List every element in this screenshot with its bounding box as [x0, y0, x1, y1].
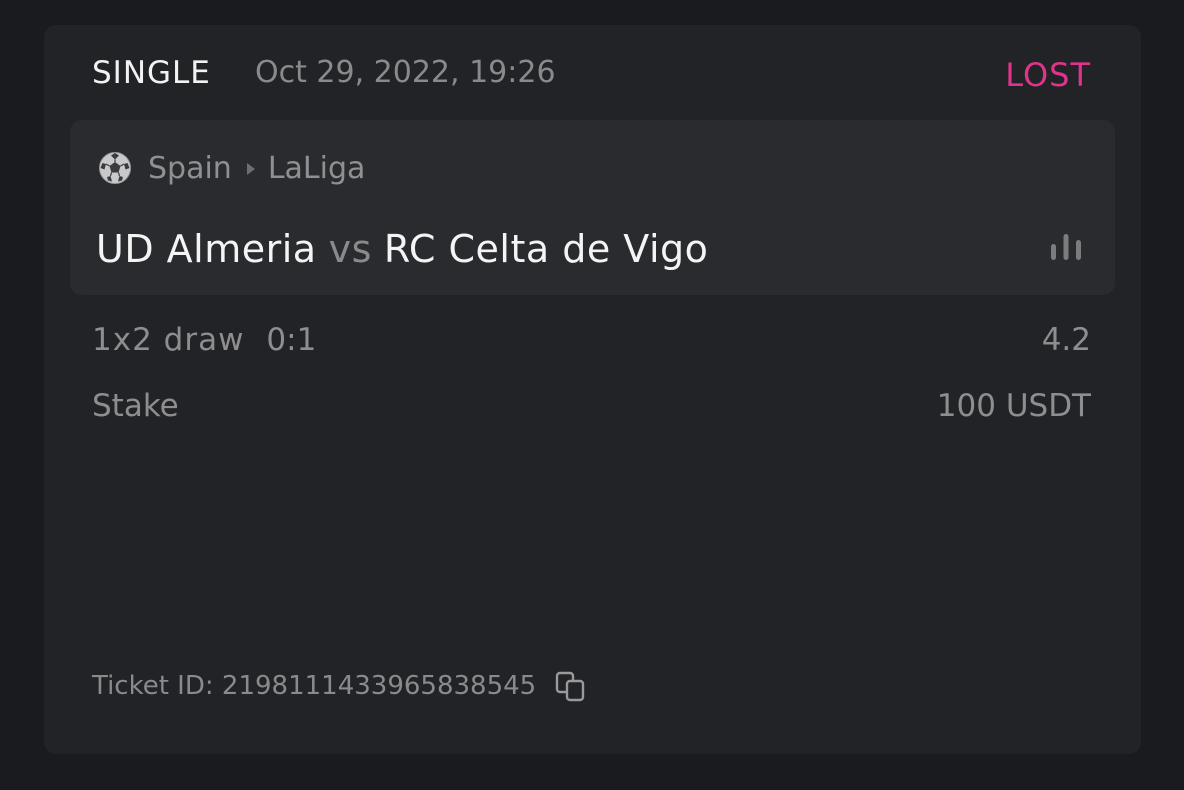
- market-score: 0:1: [266, 322, 317, 358]
- league-breadcrumb: Spain LaLiga: [98, 148, 365, 188]
- caret-right-icon: [246, 161, 256, 175]
- league-country[interactable]: Spain: [148, 151, 232, 186]
- bet-status-badge: LOST: [1005, 56, 1091, 94]
- bet-date: Oct 29, 2022, 19:26: [255, 55, 556, 90]
- bar-chart-icon[interactable]: [1049, 232, 1083, 262]
- bet-card: SINGLE Oct 29, 2022, 19:26 LOST Spain La…: [44, 25, 1141, 754]
- bet-type: SINGLE: [92, 55, 211, 91]
- league-name[interactable]: LaLiga: [268, 151, 366, 186]
- event-panel[interactable]: Spain LaLiga UD Almeria vs RC Celta de V…: [70, 120, 1115, 295]
- home-team: UD Almeria: [96, 227, 317, 271]
- market-name: 1x2 draw: [92, 322, 245, 358]
- vs-label: vs: [328, 227, 372, 271]
- ticket-id: Ticket ID: 2198111433965838545: [92, 671, 537, 701]
- match-title[interactable]: UD Almeria vs RC Celta de Vigo: [96, 224, 708, 274]
- copy-icon[interactable]: [554, 670, 586, 702]
- odds-value: 4.2: [1041, 322, 1091, 358]
- ticket-id-row: Ticket ID: 2198111433965838545: [92, 666, 586, 706]
- soccer-ball-icon: [98, 151, 132, 185]
- stake-value: 100 USDT: [936, 388, 1091, 424]
- stake-row: Stake 100 USDT: [92, 386, 1091, 426]
- bet-header: SINGLE Oct 29, 2022, 19:26 LOST: [92, 53, 1091, 94]
- stake-label: Stake: [92, 388, 179, 424]
- selection-row: 1x2 draw 0:1 4.2: [92, 320, 1091, 360]
- away-team: RC Celta de Vigo: [383, 227, 709, 271]
